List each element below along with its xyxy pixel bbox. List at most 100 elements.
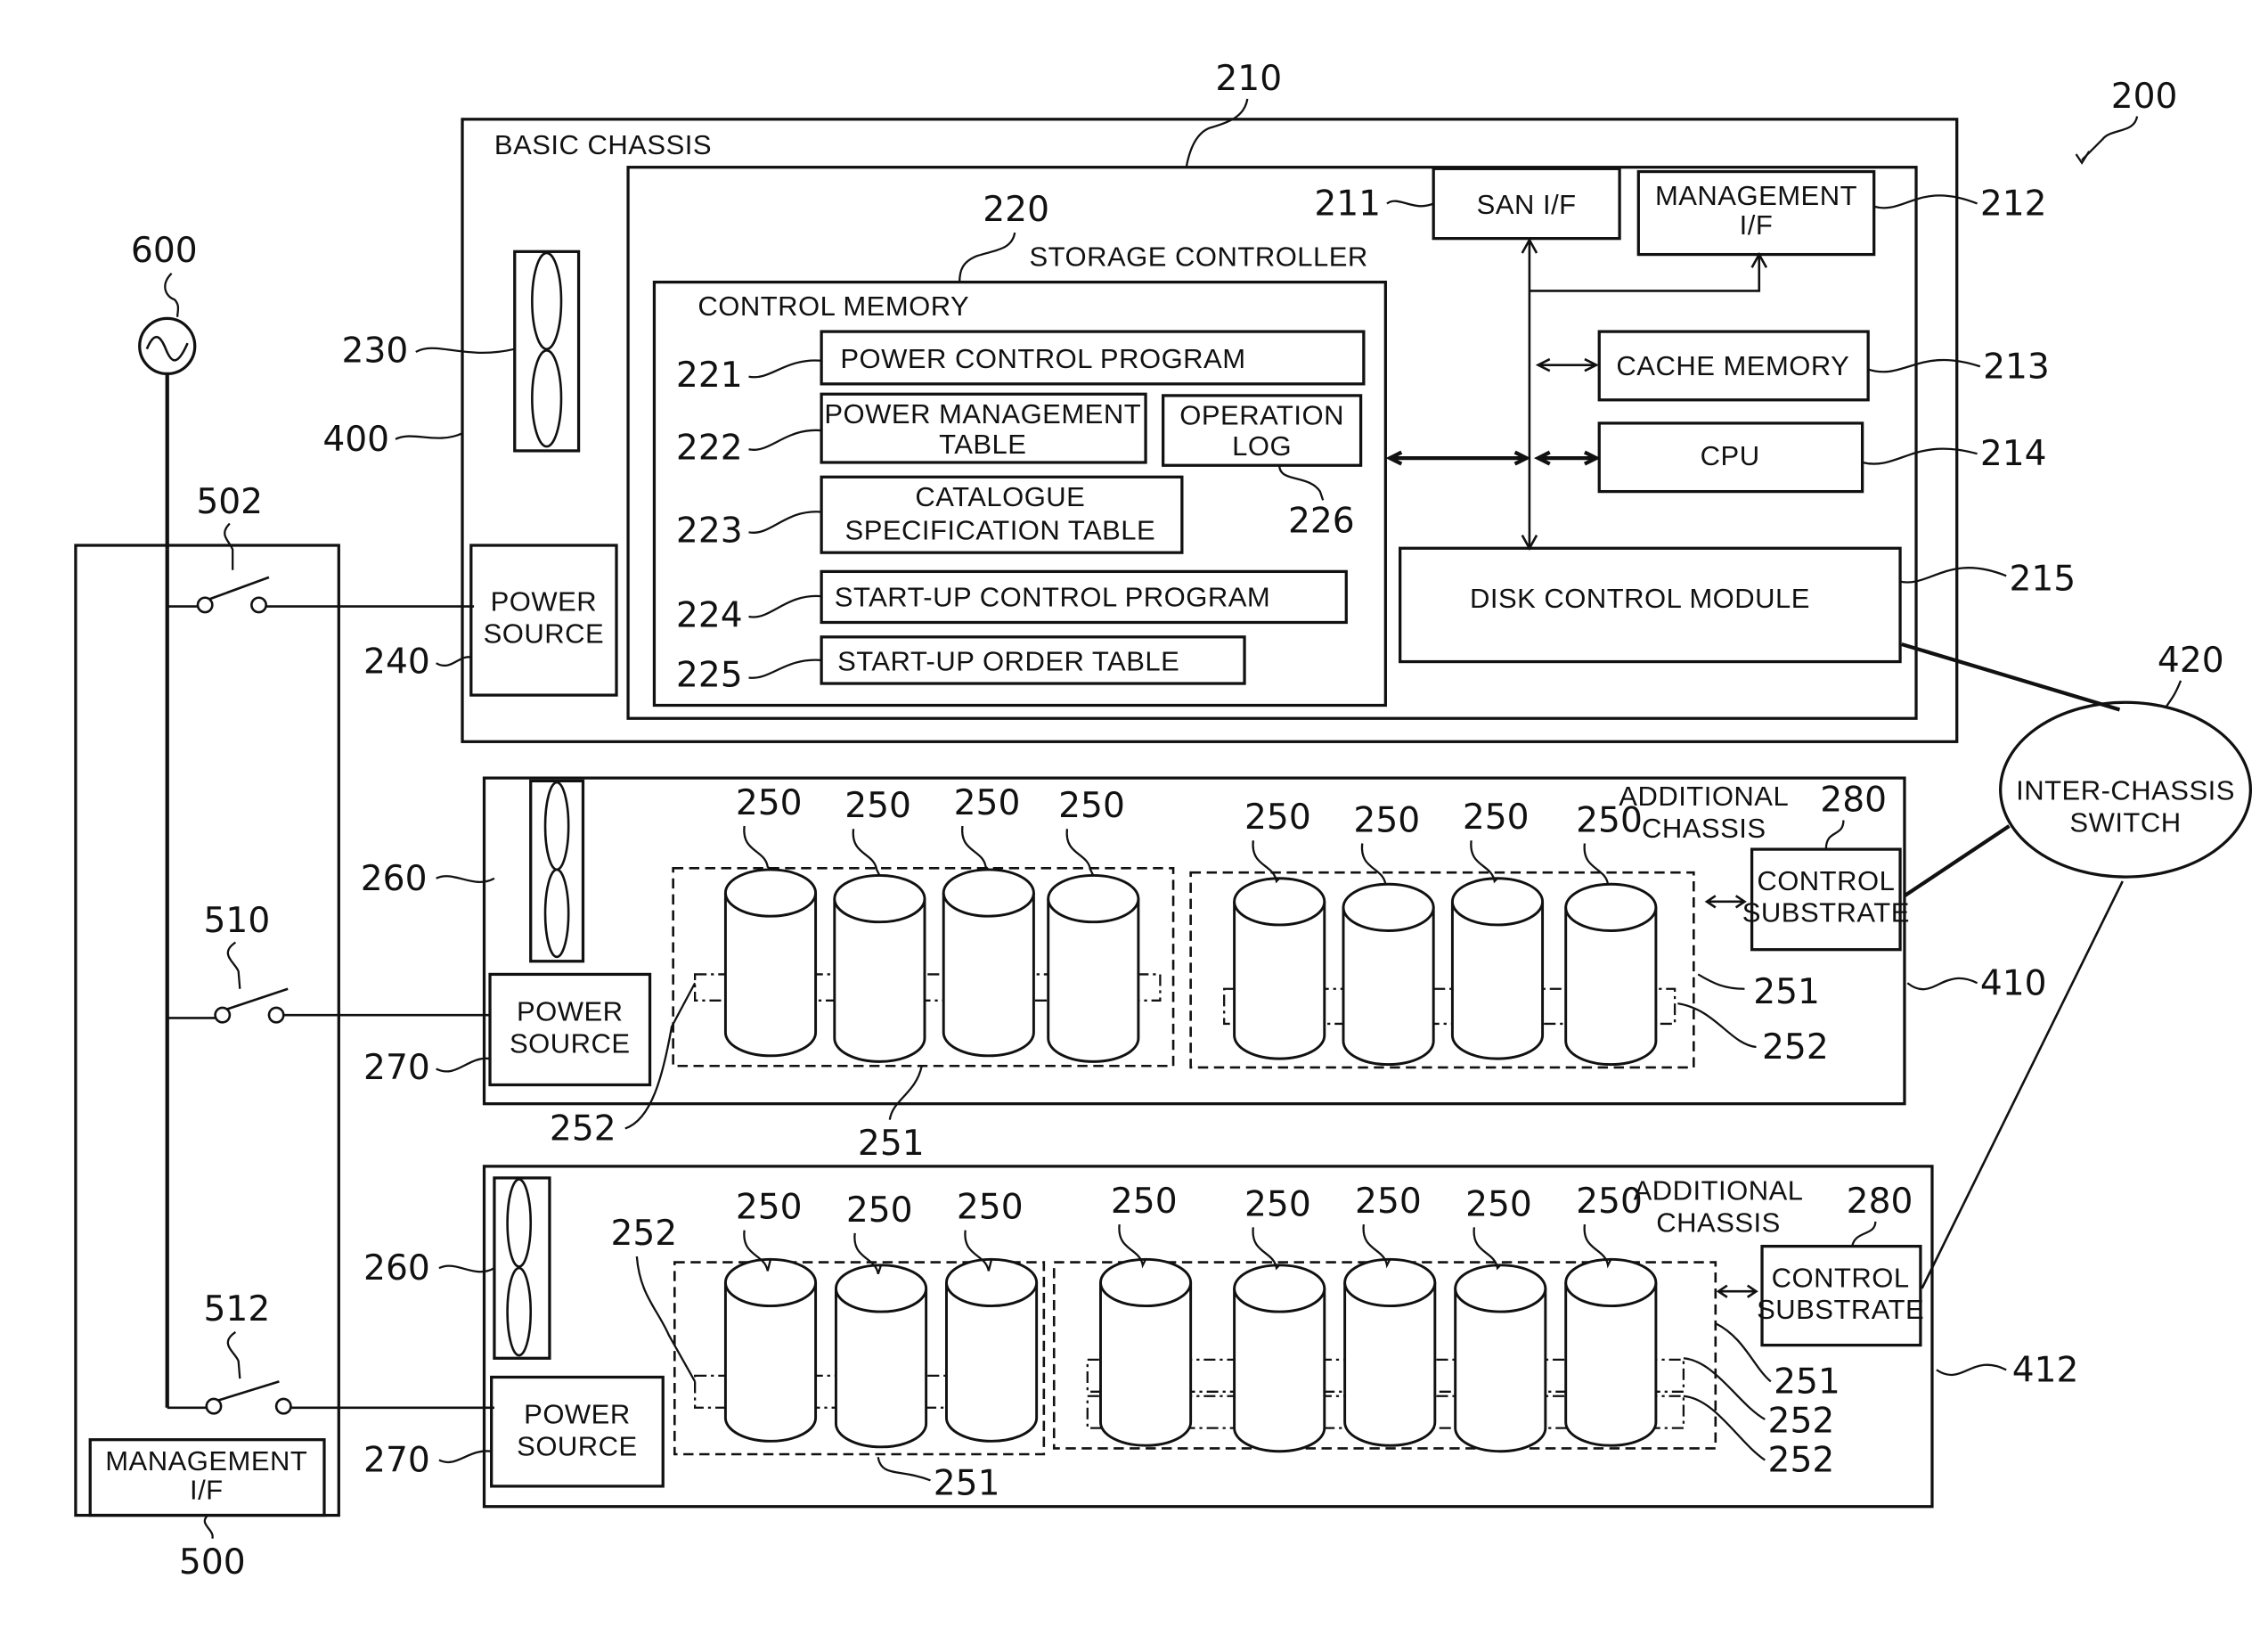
disk-drive[interactable]: 250 — [723, 1188, 818, 1443]
switch-502[interactable]: 502 — [167, 482, 475, 614]
leader-line — [1683, 1395, 1766, 1461]
disk-drive[interactable]: 250 — [1047, 786, 1140, 1063]
disk-drive[interactable]: 250 — [1564, 801, 1658, 1067]
disk-ref-label: 250 — [957, 1188, 1024, 1228]
inter-chassis-switch-420[interactable]: INTER-CHASSIS SWITCH 420 — [1901, 641, 2253, 1289]
item-label: SPECIFICATION TABLE — [845, 514, 1156, 545]
disk-top-icon — [1342, 882, 1435, 932]
ref-label: 214 — [1980, 434, 2047, 474]
leader-line — [1278, 465, 1325, 501]
ref-label: 240 — [363, 642, 430, 683]
power-source-270: POWER SOURCE 270 — [363, 972, 652, 1088]
disk-drive[interactable]: 250 — [1342, 801, 1435, 1067]
item-label: START-UP CONTROL PROGRAM — [835, 582, 1270, 613]
disk-drive[interactable]: 250 — [1454, 1184, 1547, 1453]
ref-label: 225 — [676, 655, 743, 695]
disk-drive[interactable]: 250 — [1098, 1182, 1193, 1447]
ref-label: 251 — [1753, 972, 1820, 1012]
switch-blade-icon — [208, 576, 270, 601]
item-label: LOG — [1232, 430, 1292, 462]
disk-top-icon — [1233, 1264, 1326, 1313]
leader-line — [1862, 447, 1978, 465]
disk-drive[interactable]: 250 — [1233, 798, 1326, 1060]
item-label: CATALOGUE — [915, 481, 1085, 512]
chassis-title: ADDITIONAL — [1634, 1174, 1804, 1206]
disk-drive[interactable]: 250 — [1564, 1182, 1658, 1447]
storage-system-diagram: 200 600 502 510 512 MANAGEMENT I/F 500 B… — [74, 59, 2253, 1583]
leader-line — [743, 825, 771, 871]
disk-groups: 250 250 250 250 250 250 250 250 — [672, 783, 1695, 1069]
switch-contact-icon — [267, 1006, 285, 1024]
disk-ref-label: 250 — [736, 1188, 803, 1228]
ref-label: 260 — [363, 1248, 430, 1288]
box-label: POWER — [524, 1399, 631, 1430]
leader-line — [2081, 116, 2139, 161]
box-label: MANAGEMENT — [105, 1445, 307, 1476]
ref-label: 226 — [1288, 501, 1355, 541]
fan-frame — [529, 779, 585, 963]
chassis-title: CHASSIS — [1642, 813, 1766, 844]
disk-top-icon — [1233, 877, 1326, 927]
disk-ref-label: 250 — [1463, 798, 1530, 838]
ref-label: 400 — [322, 420, 389, 460]
ref-label: 252 — [550, 1108, 616, 1149]
ref-label: 212 — [1980, 184, 2047, 225]
power-source-270: POWER SOURCE 270 — [363, 1375, 665, 1488]
ref-label: 220 — [983, 190, 1049, 230]
box-label: POWER — [517, 996, 624, 1027]
disk-drive[interactable]: 250 — [833, 786, 926, 1063]
leader-line — [1185, 98, 1249, 168]
basic-chassis: BASIC CHASSIS 400 230 POWER SOURCE 240 2… — [322, 59, 2076, 743]
disk-top-icon — [1047, 873, 1140, 924]
leader-line — [748, 511, 822, 534]
leader-line — [1683, 1357, 1766, 1420]
disk-drive[interactable]: 250 — [723, 783, 818, 1058]
leader-line — [635, 1256, 697, 1382]
leader-line — [395, 432, 463, 440]
disk-drive[interactable]: 250 — [942, 783, 1035, 1058]
additional-chassis-412: ADDITIONAL CHASSIS 412 260 POWER SOURCE … — [363, 1165, 2078, 1509]
ref-label: 223 — [676, 511, 743, 552]
management-if-500[interactable]: MANAGEMENT I/F 500 — [88, 1438, 326, 1583]
box-label: SOURCE — [517, 1431, 638, 1462]
fan-blade-icon — [543, 868, 570, 959]
controller-title: STORAGE CONTROLLER — [1029, 241, 1367, 273]
management-if-212: MANAGEMENT I/F 212 — [1636, 169, 2047, 257]
catalogue-specification-table-223: CATALOGUE SPECIFICATION TABLE 223 — [676, 475, 1184, 554]
leader-line — [1697, 973, 1745, 990]
ref-label: 200 — [2111, 77, 2178, 117]
leader-line — [203, 1514, 214, 1540]
leader-line — [1361, 843, 1389, 886]
disk-top-icon — [1564, 882, 1658, 932]
san-if-211: SAN I/F 211 — [1314, 167, 1621, 241]
disk-drive[interactable]: 250 — [1450, 798, 1545, 1060]
disk-ref-label: 250 — [1576, 1182, 1643, 1222]
leader-line — [415, 347, 516, 355]
leader-line — [1851, 1221, 1877, 1247]
switch-512[interactable]: 512 — [167, 1289, 494, 1415]
box-label: SOURCE — [484, 618, 605, 649]
box-label: SUBSTRATE — [1757, 1294, 1924, 1325]
leader-line — [1583, 843, 1611, 886]
disk-top-icon — [723, 1257, 818, 1308]
fan-blade-icon — [506, 1178, 533, 1268]
leader-line — [436, 656, 472, 667]
disk-drive[interactable]: 250 — [945, 1188, 1039, 1443]
switch-510[interactable]: 510 — [167, 901, 491, 1024]
switch-blade-icon — [226, 987, 289, 1010]
chassis-title: ADDITIONAL — [1619, 781, 1789, 812]
disk-drive[interactable]: 250 — [834, 1190, 928, 1449]
leader-line — [624, 982, 697, 1130]
disk-drive[interactable]: 250 — [1233, 1184, 1326, 1453]
leader-line — [1252, 840, 1281, 884]
leader-line — [226, 1330, 241, 1379]
ref-label: 222 — [676, 429, 743, 469]
fan-blade-icon — [543, 781, 570, 871]
ref-label: 252 — [1762, 1027, 1829, 1067]
ref-label: 280 — [1820, 781, 1887, 821]
ref-label: 251 — [1774, 1362, 1840, 1402]
leader-line — [226, 941, 241, 989]
disk-ref-label: 250 — [844, 786, 911, 826]
ac-power-source: 600 — [131, 231, 198, 550]
disk-drive[interactable]: 250 — [1343, 1182, 1437, 1447]
